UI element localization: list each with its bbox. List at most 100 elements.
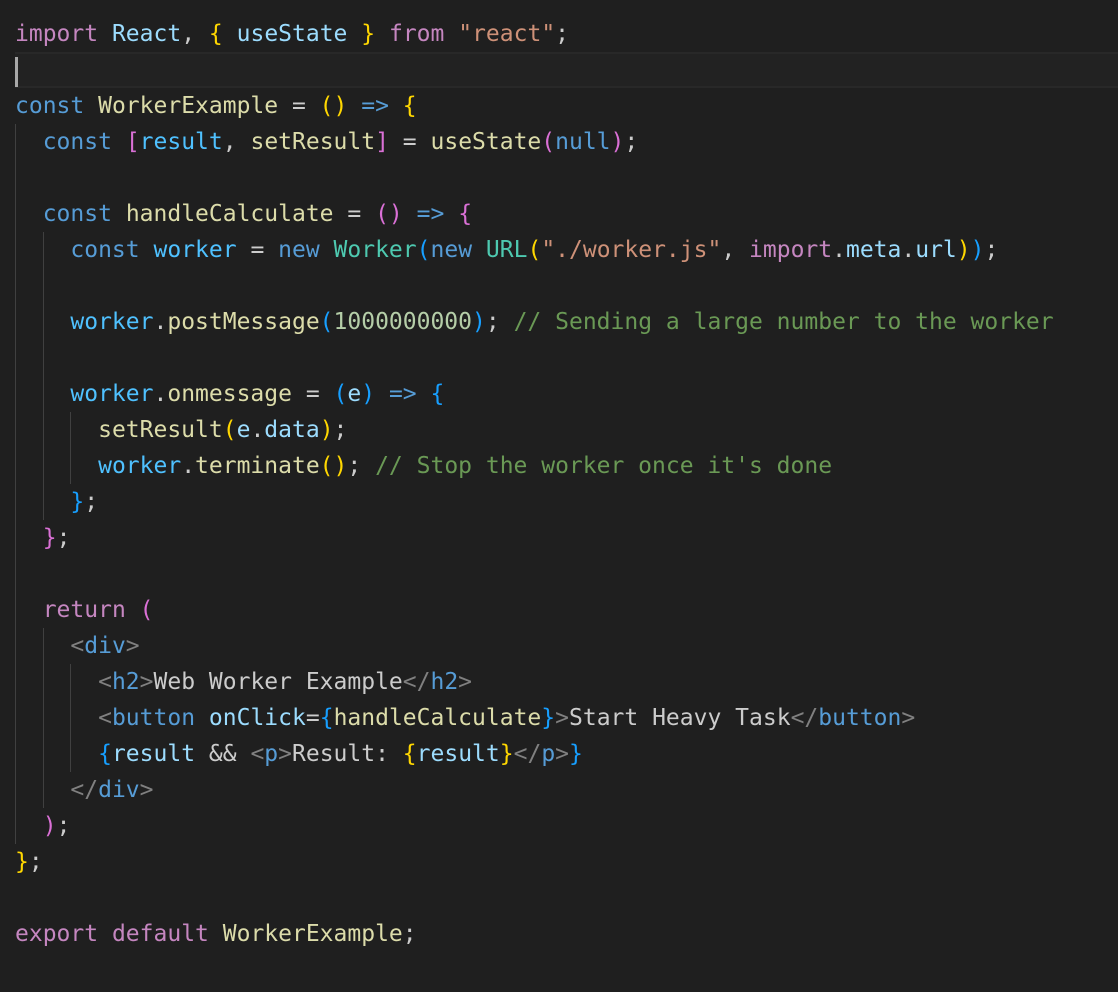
code-token: > <box>278 741 293 767</box>
code-token: . <box>181 453 196 479</box>
code-token: e <box>347 381 362 407</box>
code-token: ; <box>485 309 514 335</box>
code-line[interactable]: <div> <box>15 628 1118 664</box>
code-token: ; <box>624 129 639 155</box>
code-token: div <box>98 777 140 803</box>
code-line[interactable] <box>15 880 1118 916</box>
code-token: ( <box>527 237 542 263</box>
code-token: } <box>499 741 514 767</box>
code-token: URL <box>485 237 528 263</box>
code-token: { <box>208 21 223 47</box>
code-line[interactable] <box>15 160 1118 196</box>
code-token: > <box>901 705 916 731</box>
code-token: ) <box>970 237 985 263</box>
code-token: ; <box>402 921 417 947</box>
code-line[interactable]: import React, { useState } from "react"; <box>15 16 1118 52</box>
code-token: new <box>278 237 320 263</box>
code-token: const <box>70 237 140 263</box>
code-line[interactable]: }; <box>15 520 1118 556</box>
code-token: worker <box>98 453 182 479</box>
code-area[interactable]: import React, { useState } from "react";… <box>15 16 1118 952</box>
code-line[interactable]: <h2>Web Worker Example</h2> <box>15 664 1118 700</box>
code-token: </ <box>513 741 542 767</box>
code-token: ; <box>56 813 71 839</box>
code-line[interactable]: export default WorkerExample; <box>15 916 1118 952</box>
code-line[interactable]: worker.postMessage(1000000000); // Sendi… <box>15 304 1118 340</box>
code-line[interactable]: setResult(e.data); <box>15 412 1118 448</box>
code-token: h2 <box>430 669 459 695</box>
code-line[interactable]: return ( <box>15 592 1118 628</box>
code-token: > <box>458 669 473 695</box>
code-token: ] <box>375 129 389 155</box>
code-token: p <box>541 741 556 767</box>
code-editor[interactable]: import React, { useState } from "react";… <box>0 0 1118 992</box>
code-token: > <box>555 705 569 731</box>
code-token: > <box>125 633 140 659</box>
code-token: = <box>388 129 431 155</box>
code-token: = <box>333 201 376 227</box>
code-token: Worker <box>333 237 417 263</box>
code-token: worker <box>70 381 154 407</box>
code-token: // Sending a large number to the worker <box>513 309 1054 335</box>
code-token: null <box>555 129 611 155</box>
code-token: . <box>832 237 846 263</box>
code-line[interactable] <box>15 556 1118 592</box>
code-line[interactable]: const WorkerExample = () => { <box>15 88 1118 124</box>
code-line[interactable]: ); <box>15 808 1118 844</box>
current-line[interactable] <box>15 52 1118 88</box>
code-token: 1000000000 <box>333 309 473 335</box>
code-token: e <box>236 417 251 443</box>
code-line[interactable]: }; <box>15 844 1118 880</box>
code-line[interactable]: <button onClick={handleCalculate}>Start … <box>15 700 1118 736</box>
code-token: </ <box>70 777 99 803</box>
indent-guide <box>15 556 16 592</box>
code-line[interactable]: }; <box>15 484 1118 520</box>
code-token: { <box>319 705 334 731</box>
code-line[interactable] <box>15 340 1118 376</box>
indent-guide <box>15 340 16 376</box>
code-token: = <box>305 705 320 731</box>
code-line[interactable]: const [result, setResult] = useState(nul… <box>15 124 1118 160</box>
code-token: handleCalculate <box>125 201 334 227</box>
code-token: . <box>153 381 168 407</box>
code-token: } <box>361 21 376 47</box>
code-token: Result: <box>292 741 403 767</box>
code-line[interactable] <box>15 268 1118 304</box>
code-token: [ <box>125 129 140 155</box>
code-line[interactable]: worker.terminate(); // Stop the worker o… <box>15 448 1118 484</box>
code-token: > <box>139 669 154 695</box>
code-token: . <box>153 309 168 335</box>
code-line[interactable]: const worker = new Worker(new URL("./wor… <box>15 232 1118 268</box>
code-token: ( <box>222 417 237 443</box>
code-token: h2 <box>111 669 140 695</box>
code-token: </ <box>402 669 431 695</box>
code-token: export <box>15 921 99 947</box>
code-token: const <box>42 129 112 155</box>
code-line[interactable]: {result && <p>Result: {result}</p>} <box>15 736 1118 772</box>
code-line[interactable]: worker.onmessage = (e) => { <box>15 376 1118 412</box>
text-cursor <box>15 57 18 87</box>
code-token: > <box>555 741 570 767</box>
code-token: ; <box>333 417 348 443</box>
code-line[interactable]: </div> <box>15 772 1118 808</box>
code-token: ( <box>541 129 556 155</box>
code-token: ; <box>984 237 999 263</box>
code-token: data <box>264 417 320 443</box>
code-token: import <box>15 21 99 47</box>
code-token: { <box>98 741 112 767</box>
code-token: WorkerExample <box>98 93 279 119</box>
code-token: ; <box>84 489 99 515</box>
code-line[interactable]: const handleCalculate = () => { <box>15 196 1118 232</box>
code-token: } <box>15 849 29 875</box>
